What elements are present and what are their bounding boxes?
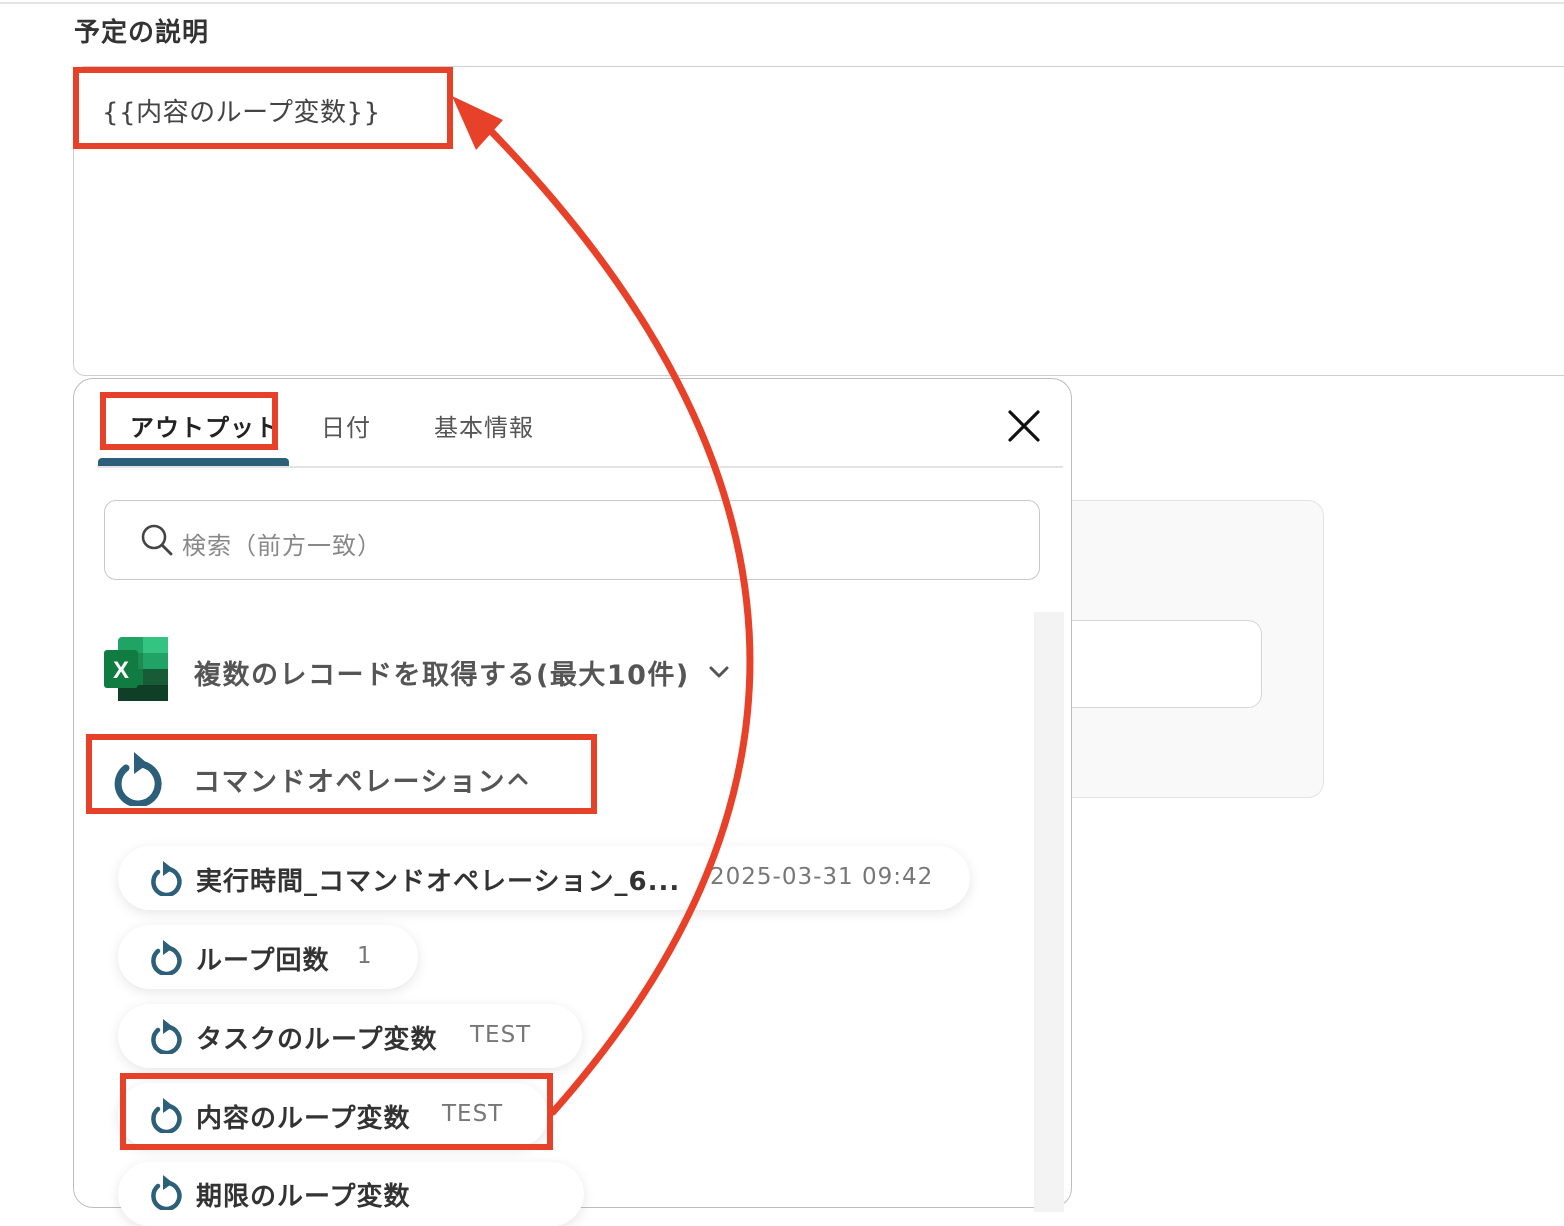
top-divider (0, 2, 1564, 4)
item-value: TEST (470, 1022, 532, 1048)
section-get-records[interactable]: 複数のレコードを取得する(最大10件) (194, 653, 690, 692)
item-value: 1 (357, 943, 373, 969)
loop-icon (151, 940, 182, 975)
chevron-down-icon[interactable] (707, 660, 731, 684)
item-label: 内容のループ変数 (196, 1104, 411, 1134)
tab-basic-info[interactable]: 基本情報 (434, 408, 534, 443)
item-label: 期限のループ変数 (196, 1182, 411, 1212)
close-icon (1008, 410, 1040, 442)
excel-icon: X (104, 637, 168, 701)
item-label: タスクのループ変数 (196, 1025, 438, 1055)
loop-icon (151, 1098, 182, 1133)
item-value: 2025-03-31 09:42 (710, 864, 934, 890)
item-value: TEST (442, 1101, 504, 1127)
chevron-up-icon[interactable] (506, 767, 530, 791)
active-tab-indicator (98, 458, 289, 466)
field-label: 予定の説明 (74, 18, 210, 48)
scrollbar-track[interactable] (1034, 612, 1064, 1212)
tab-date[interactable]: 日付 (321, 408, 371, 443)
item-label: 実行時間_コマンドオペレーション_6... (196, 867, 681, 897)
close-button[interactable] (1004, 406, 1044, 446)
loop-icon (151, 861, 182, 896)
item-label: ループ回数 (196, 946, 330, 976)
section-command-operation[interactable]: コマンドオペレーション (193, 760, 506, 799)
loop-icon (151, 1019, 182, 1054)
loop-icon (114, 752, 162, 806)
tab-divider (97, 466, 1063, 468)
svg-text:X: X (113, 657, 129, 684)
description-value: {{内容のループ変数}} (102, 98, 381, 128)
search-placeholder: 検索（前方一致） (182, 532, 382, 560)
search-icon (141, 524, 173, 556)
tab-output[interactable]: アウトプット (130, 408, 280, 443)
loop-icon (151, 1175, 182, 1210)
